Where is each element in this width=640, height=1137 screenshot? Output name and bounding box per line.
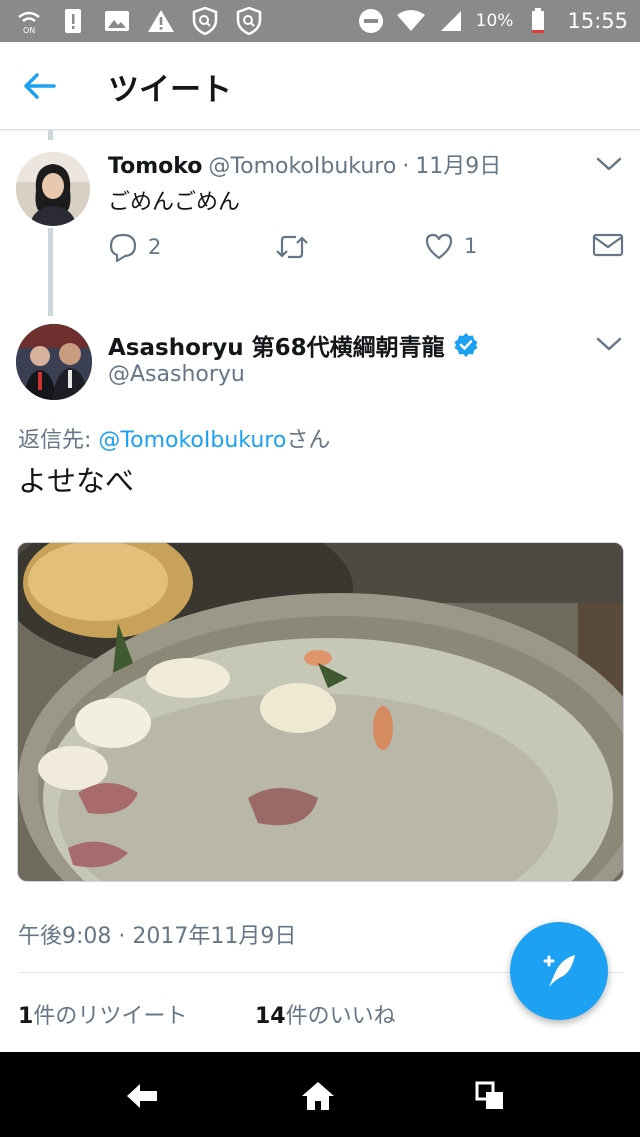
image-icon <box>102 6 132 36</box>
thread-line <box>48 130 53 140</box>
app-bar: ツイート <box>0 42 640 130</box>
wifi-calling-icon: ON <box>14 6 44 36</box>
chevron-down-icon <box>596 157 622 171</box>
tweet-date: 11月9日 <box>415 154 502 179</box>
likes-number: 14 <box>255 1004 286 1029</box>
tweet-menu-button[interactable] <box>594 332 624 356</box>
arrow-left-icon <box>24 73 56 99</box>
shield-search-icon-2 <box>234 6 264 36</box>
warning-icon <box>146 6 176 36</box>
share-dm-button[interactable] <box>592 232 624 258</box>
compose-feather-icon <box>543 955 575 987</box>
do-not-disturb-icon <box>356 6 386 36</box>
tweet-menu-button[interactable] <box>594 152 624 176</box>
author-name[interactable]: Tomoko <box>108 154 202 179</box>
reply-to-line: 返信先: @TomokoIbukuroさん <box>18 422 330 454</box>
svg-text:ON: ON <box>23 26 35 35</box>
avatar[interactable] <box>16 324 92 400</box>
reply-to-handle-link[interactable]: @TomokoIbukuro <box>98 428 286 453</box>
likes-label: 件のいいね <box>285 1004 396 1029</box>
heart-icon <box>425 233 453 260</box>
nav-home-button[interactable] <box>296 1074 340 1118</box>
nav-recents-button[interactable] <box>468 1074 512 1118</box>
author-handle[interactable]: @TomokoIbukuro <box>208 154 396 179</box>
reply-icon <box>109 233 137 262</box>
retweet-button[interactable] <box>274 232 320 262</box>
tweet-text: よせなべ <box>18 464 135 498</box>
recents-icon <box>475 1081 503 1109</box>
author-name: Asashoryu 第68代横綱朝青龍 <box>108 335 445 361</box>
reply-count: 2 <box>148 235 162 259</box>
author-handle[interactable]: @Asashoryu <box>108 362 245 387</box>
page-title: ツイート <box>108 72 232 108</box>
tweet-header: Tomoko @TomokoIbukuro · 11月9日 <box>108 148 501 180</box>
like-count: 1 <box>464 234 478 258</box>
chevron-down-icon <box>596 337 622 351</box>
home-icon <box>302 1082 334 1110</box>
compose-tweet-button[interactable] <box>510 922 608 1020</box>
nav-back-button[interactable] <box>120 1074 164 1118</box>
like-button[interactable]: 1 <box>424 232 477 260</box>
wifi-icon <box>396 6 426 36</box>
battery-percent: 10% <box>475 11 514 31</box>
verified-badge-icon <box>454 333 478 357</box>
back-button[interactable] <box>18 64 62 108</box>
likes-stat[interactable]: 14件のいいね <box>255 998 396 1030</box>
status-bar: ON 10% 15:55 <box>0 0 640 42</box>
retweets-number: 1 <box>18 1004 34 1029</box>
author-name-row[interactable]: Asashoryu 第68代横綱朝青龍 <box>108 328 479 362</box>
tweet-text: ごめんごめん <box>108 190 241 215</box>
clock: 15:55 <box>567 9 628 33</box>
tweet-actions: 2 1 <box>108 232 628 272</box>
shield-search-icon <box>190 6 220 36</box>
reply-to-label: 返信先: <box>18 428 99 453</box>
retweets-stat[interactable]: 1件のリツイート <box>18 998 187 1030</box>
back-arrow-icon <box>127 1084 157 1108</box>
retweet-icon <box>276 235 308 259</box>
alert-card-icon <box>58 6 88 36</box>
battery-icon <box>523 6 553 36</box>
hot-pot-photo <box>18 543 623 881</box>
tweet-timestamp: 午後9:08 · 2017年11月9日 <box>18 924 297 949</box>
reply-button[interactable]: 2 <box>108 232 161 262</box>
avatar[interactable] <box>16 152 90 226</box>
system-nav-bar <box>0 1052 640 1137</box>
separator: · <box>402 154 410 179</box>
thread-line <box>48 228 53 316</box>
reply-to-suffix: さん <box>286 428 331 453</box>
retweets-label: 件のリツイート <box>33 1004 188 1029</box>
tweet-photo[interactable] <box>17 542 624 882</box>
signal-icon <box>436 6 466 36</box>
envelope-icon <box>592 233 624 257</box>
